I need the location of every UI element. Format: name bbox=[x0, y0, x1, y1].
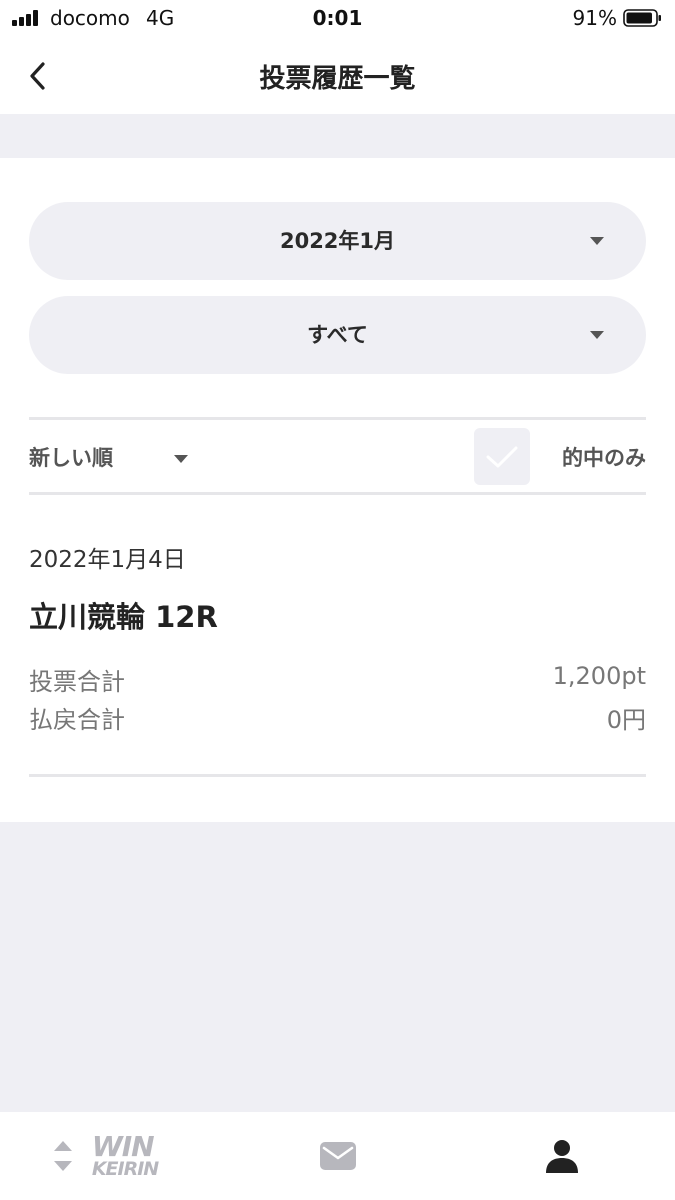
check-icon bbox=[486, 446, 518, 467]
caret-down-icon bbox=[590, 237, 604, 245]
divider bbox=[29, 774, 646, 777]
history-race: 立川競輪 12R bbox=[29, 600, 218, 634]
category-select[interactable]: すべて bbox=[29, 296, 646, 374]
tab-bar: WIN KEIRIN bbox=[0, 1112, 675, 1200]
month-select-value: 2022年1月 bbox=[279, 229, 396, 253]
caret-down-icon bbox=[174, 455, 188, 463]
screen: docomo 4G 0:01 91% 投票履歴一覧 2022年1月 すべて 新し… bbox=[0, 0, 675, 1200]
battery-percent: 91% bbox=[572, 6, 617, 30]
category-select-value: すべて bbox=[307, 323, 368, 347]
person-icon bbox=[546, 1140, 578, 1173]
history-item[interactable]: 2022年1月4日 立川競輪 12R 投票合計 1,200pt 払戻合計 0円 bbox=[29, 530, 646, 750]
status-bar: docomo 4G 0:01 91% bbox=[0, 0, 675, 38]
battery-icon bbox=[623, 9, 661, 27]
logo-line-1: WIN bbox=[91, 1129, 155, 1163]
nav-bar: 投票履歴一覧 bbox=[0, 38, 675, 114]
mail-icon bbox=[320, 1142, 356, 1170]
section-separator bbox=[0, 114, 675, 158]
empty-area bbox=[0, 822, 675, 1112]
tab-profile[interactable] bbox=[512, 1112, 612, 1200]
history-date: 2022年1月4日 bbox=[29, 547, 186, 573]
sort-arrows-icon bbox=[53, 1141, 72, 1171]
sort-order-value: 新しい順 bbox=[29, 446, 113, 470]
payout-total-label: 払戻合計 bbox=[29, 706, 125, 734]
caret-down-icon bbox=[590, 331, 604, 339]
win-keirin-logo: WIN KEIRIN bbox=[91, 1129, 159, 1181]
tab-mail[interactable] bbox=[288, 1112, 388, 1200]
tab-home[interactable]: WIN KEIRIN bbox=[30, 1112, 180, 1200]
divider bbox=[29, 492, 646, 495]
payout-total-value: 0円 bbox=[606, 706, 646, 734]
hit-only-label: 的中のみ bbox=[562, 446, 646, 470]
logo-line-2: KEIRIN bbox=[91, 1158, 159, 1181]
sort-order-select[interactable]: 新しい順 bbox=[29, 420, 219, 494]
bet-total-label: 投票合計 bbox=[29, 668, 125, 696]
bet-total-value: 1,200pt bbox=[552, 662, 646, 690]
hit-only-checkbox[interactable] bbox=[474, 428, 530, 485]
page-title: 投票履歴一覧 bbox=[259, 64, 416, 94]
month-select[interactable]: 2022年1月 bbox=[29, 202, 646, 280]
